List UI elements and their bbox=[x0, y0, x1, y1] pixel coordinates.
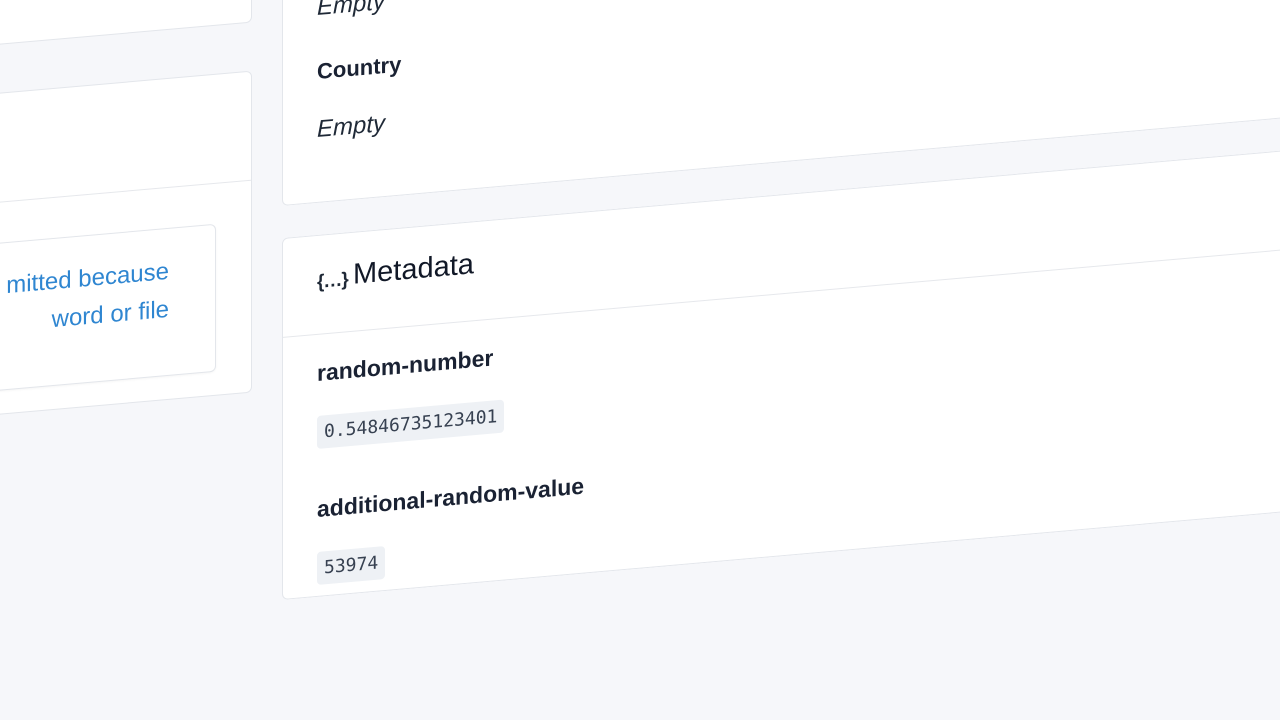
notice-text: mitted because word or file bbox=[0, 253, 169, 351]
left-card-divider bbox=[0, 179, 251, 207]
metadata-key-additional-random-value: additional-random-value bbox=[317, 472, 585, 522]
metadata-value-random-number: 0.54846735123401 bbox=[317, 399, 505, 449]
metadata-key-random-number: random-number bbox=[317, 344, 494, 386]
empty-value: Empty bbox=[317, 0, 386, 21]
left-top-card bbox=[0, 0, 252, 49]
notice-box: mitted because word or file bbox=[0, 223, 216, 395]
metadata-card: {…} Metadata random-number 0.54846735123… bbox=[282, 147, 1280, 601]
country-value: Empty bbox=[317, 109, 386, 143]
country-label: Country bbox=[317, 51, 402, 84]
metadata-title: Metadata bbox=[353, 248, 474, 291]
skewed-content: mitted because word or file Empty Countr… bbox=[0, 0, 1280, 720]
braces-icon: {…} bbox=[317, 269, 348, 293]
metadata-value-additional-random-value: 53974 bbox=[317, 545, 386, 585]
page: mitted because word or file Empty Countr… bbox=[0, 0, 1280, 720]
